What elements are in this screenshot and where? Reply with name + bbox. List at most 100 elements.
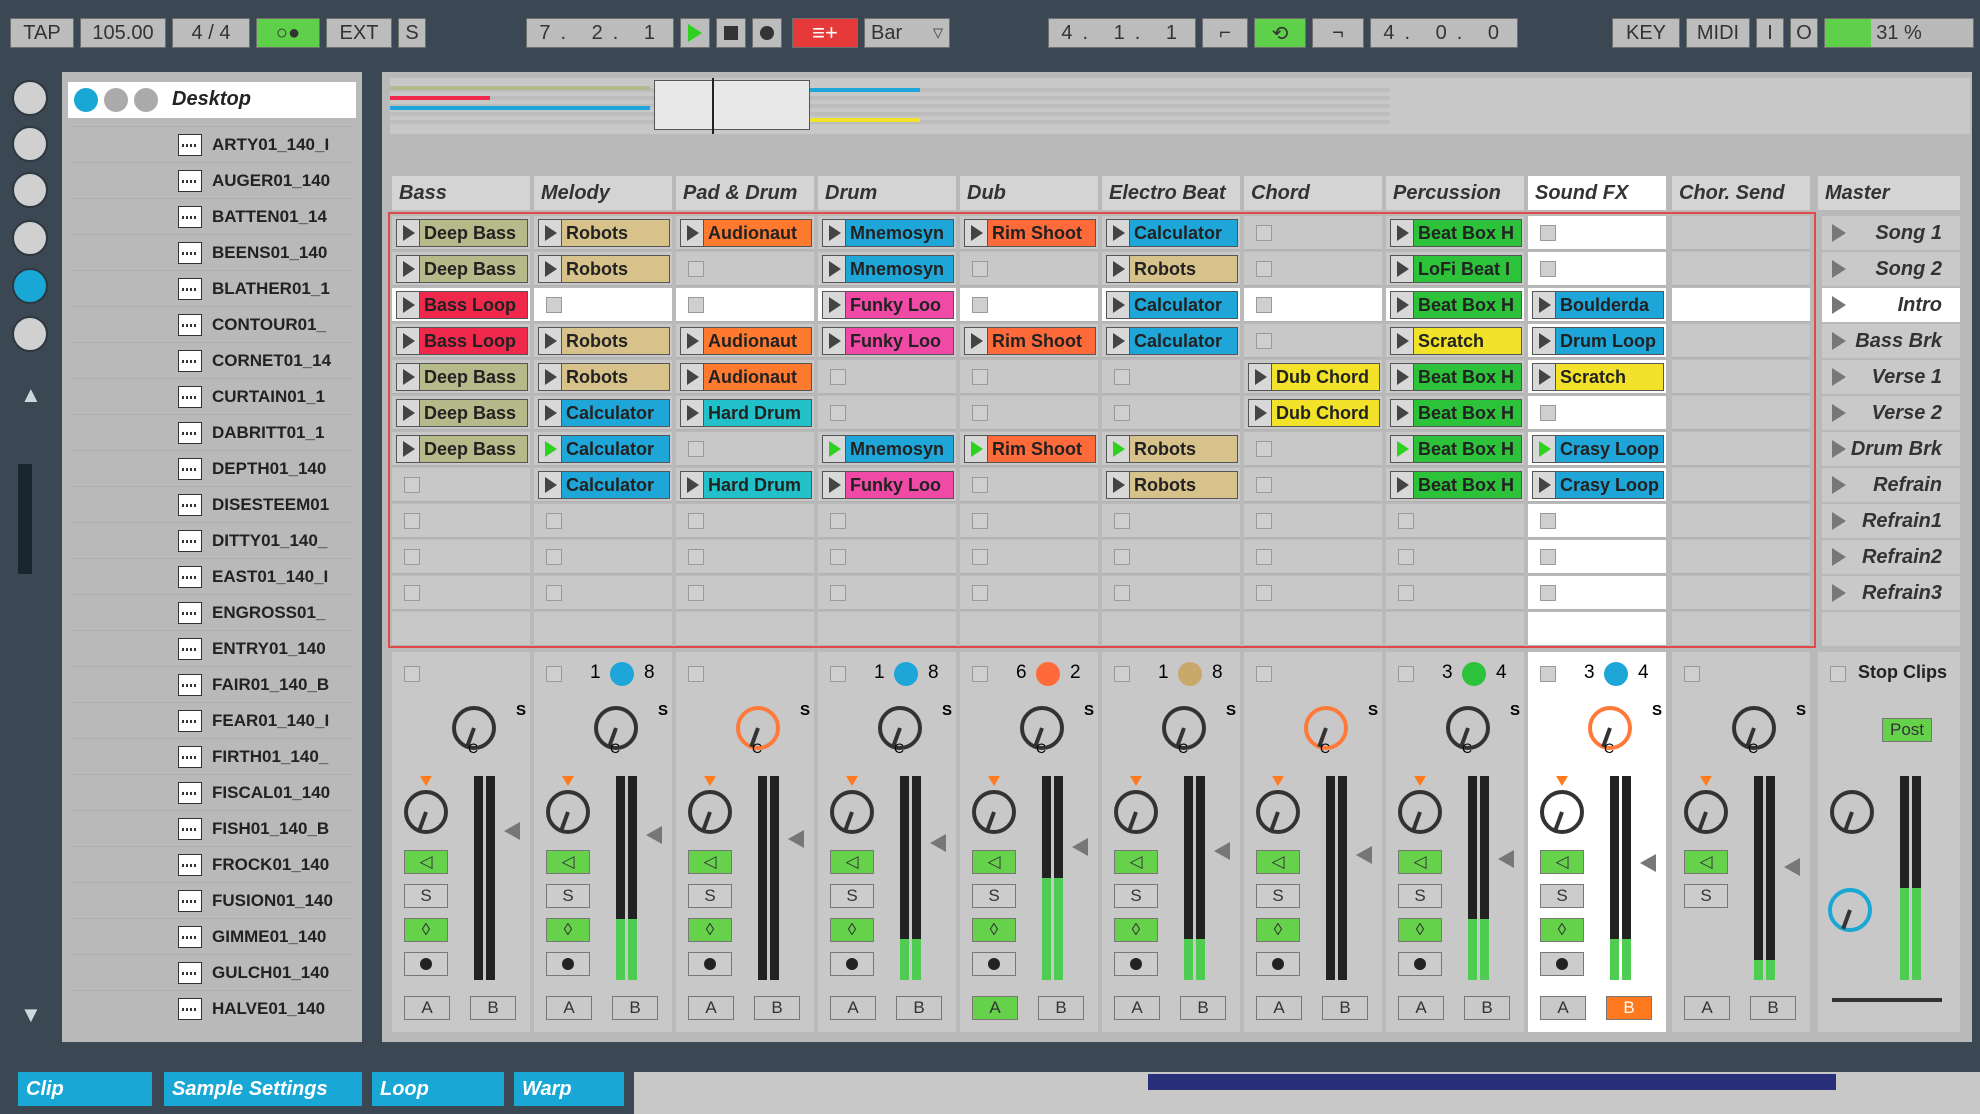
clip-slot[interactable]: Rim Shoot xyxy=(960,324,1098,358)
monitor-icon[interactable] xyxy=(894,662,918,686)
crossfade-b-button[interactable]: B xyxy=(754,996,800,1020)
crossfade-b-button[interactable]: B xyxy=(1464,996,1510,1020)
crossfade-a-button[interactable]: A xyxy=(404,996,450,1020)
clip-slot[interactable]: Calculator xyxy=(1102,288,1240,322)
clip-slot[interactable]: Calculator xyxy=(1102,324,1240,358)
scene-launch[interactable]: Verse 2 xyxy=(1822,396,1960,430)
clip-slot[interactable]: Hard Drum xyxy=(676,468,814,502)
clip-slot[interactable] xyxy=(1672,576,1810,610)
track-stop-icon[interactable] xyxy=(1540,666,1556,682)
clip-slot[interactable]: Robots xyxy=(534,252,672,286)
clip-launch-icon[interactable] xyxy=(539,436,562,462)
pan-knob[interactable] xyxy=(1684,790,1728,834)
clip-slot[interactable]: Boulderda xyxy=(1528,288,1666,322)
clip-slot[interactable]: Robots xyxy=(534,324,672,358)
clip[interactable]: Rim Shoot xyxy=(964,435,1096,463)
track-activator-button[interactable]: ◁ xyxy=(1540,850,1584,874)
clip[interactable]: Robots xyxy=(1106,471,1238,499)
clip-launch-icon[interactable] xyxy=(1533,436,1556,462)
solo-button[interactable]: S xyxy=(1540,884,1584,908)
clip-slot[interactable] xyxy=(960,252,1098,286)
clip-launch-icon[interactable] xyxy=(681,220,704,246)
arm-button[interactable]: ◊ xyxy=(1114,918,1158,942)
track-stop-icon[interactable] xyxy=(546,666,562,682)
clip-launch-icon[interactable] xyxy=(397,220,420,246)
clip-launch-icon[interactable] xyxy=(1249,364,1272,390)
clip[interactable]: Audionaut xyxy=(680,219,812,247)
clip-stop-icon[interactable] xyxy=(1256,297,1272,313)
volume-slider-icon[interactable] xyxy=(1072,838,1088,856)
clip-slot[interactable] xyxy=(1244,324,1382,358)
volume-slider-icon[interactable] xyxy=(1784,858,1800,876)
track-activator-button[interactable]: ◁ xyxy=(830,850,874,874)
tab-loop[interactable]: Loop xyxy=(372,1072,504,1106)
clip-slot[interactable] xyxy=(534,576,672,610)
clip-launch-icon[interactable] xyxy=(1533,472,1556,498)
clip-stop-icon[interactable] xyxy=(972,261,988,277)
clip-slot[interactable]: Robots xyxy=(1102,252,1240,286)
clip-stop-icon[interactable] xyxy=(404,513,420,529)
clip-slot[interactable] xyxy=(1386,612,1524,646)
clip-stop-icon[interactable] xyxy=(1256,513,1272,529)
track-activator-button[interactable]: ◁ xyxy=(972,850,1016,874)
pan-knob[interactable] xyxy=(830,790,874,834)
clip-slot[interactable] xyxy=(1244,468,1382,502)
scene-play-icon[interactable] xyxy=(1832,584,1846,602)
clip-slot[interactable] xyxy=(392,540,530,574)
clip-slot[interactable] xyxy=(1672,360,1810,394)
clip-slot[interactable] xyxy=(1244,252,1382,286)
record-arm-button[interactable] xyxy=(830,952,874,976)
scene-launch[interactable]: Song 1 xyxy=(1822,216,1960,250)
clip-slot[interactable] xyxy=(1386,576,1524,610)
scene-launch[interactable]: Refrain1 xyxy=(1822,504,1960,538)
clip-stop-icon[interactable] xyxy=(1114,585,1130,601)
clip-launch-icon[interactable] xyxy=(1249,400,1272,426)
clip[interactable]: Beat Box H xyxy=(1390,471,1522,499)
track-header[interactable]: Sound FX xyxy=(1528,176,1666,210)
record-arm-button[interactable] xyxy=(1114,952,1158,976)
clip-slot[interactable]: Dub Chord xyxy=(1244,360,1382,394)
track-header[interactable]: Chord xyxy=(1244,176,1382,210)
clip-stop-icon[interactable] xyxy=(972,477,988,493)
solo-button[interactable]: S xyxy=(830,884,874,908)
clip-slot[interactable] xyxy=(960,360,1098,394)
solo-button[interactable]: S xyxy=(1114,884,1158,908)
clip-stop-icon[interactable] xyxy=(688,513,704,529)
clip-slot[interactable]: Beat Box H xyxy=(1386,396,1524,430)
track-activator-button[interactable]: ◁ xyxy=(404,850,448,874)
clip-slot[interactable]: Hard Drum xyxy=(676,396,814,430)
clip-stop-icon[interactable] xyxy=(1256,441,1272,457)
clip-slot[interactable] xyxy=(392,612,530,646)
clip-launch-icon[interactable] xyxy=(965,328,988,354)
clip-launch-icon[interactable] xyxy=(1391,292,1414,318)
crossfade-a-button[interactable]: A xyxy=(688,996,734,1020)
clip-slot[interactable]: Deep Bass xyxy=(392,216,530,250)
clip-stop-icon[interactable] xyxy=(830,405,846,421)
tab-sample-settings[interactable]: Sample Settings xyxy=(164,1072,362,1106)
arm-button[interactable]: ◊ xyxy=(688,918,732,942)
scene-launch[interactable]: Verse 1 xyxy=(1822,360,1960,394)
clip-stop-icon[interactable] xyxy=(972,369,988,385)
scene-play-icon[interactable] xyxy=(1832,260,1846,278)
track-activator-button[interactable]: ◁ xyxy=(546,850,590,874)
clip[interactable]: Rim Shoot xyxy=(964,219,1096,247)
clip-stop-icon[interactable] xyxy=(1398,585,1414,601)
clip[interactable]: Robots xyxy=(538,363,670,391)
arm-button[interactable]: ◊ xyxy=(404,918,448,942)
clip-stop-icon[interactable] xyxy=(1540,585,1556,601)
crossfade-a-button[interactable]: A xyxy=(1114,996,1160,1020)
arm-button[interactable]: ◊ xyxy=(972,918,1016,942)
stop-all-clips-icon[interactable] xyxy=(1830,666,1846,682)
clip-slot[interactable] xyxy=(534,612,672,646)
clip-slot[interactable]: Funky Loo xyxy=(818,324,956,358)
arm-button[interactable]: ◊ xyxy=(1256,918,1300,942)
crossfade-a-button[interactable]: A xyxy=(1684,996,1730,1020)
track-stop-icon[interactable] xyxy=(830,666,846,682)
clip[interactable]: Beat Box H xyxy=(1390,363,1522,391)
clip-slot[interactable]: Deep Bass xyxy=(392,396,530,430)
clip[interactable]: Crasy Loop xyxy=(1532,471,1664,499)
clip-slot[interactable]: Mnemosyn xyxy=(818,252,956,286)
clip-slot[interactable] xyxy=(960,504,1098,538)
clip-slot[interactable] xyxy=(676,252,814,286)
pan-knob[interactable] xyxy=(972,790,1016,834)
